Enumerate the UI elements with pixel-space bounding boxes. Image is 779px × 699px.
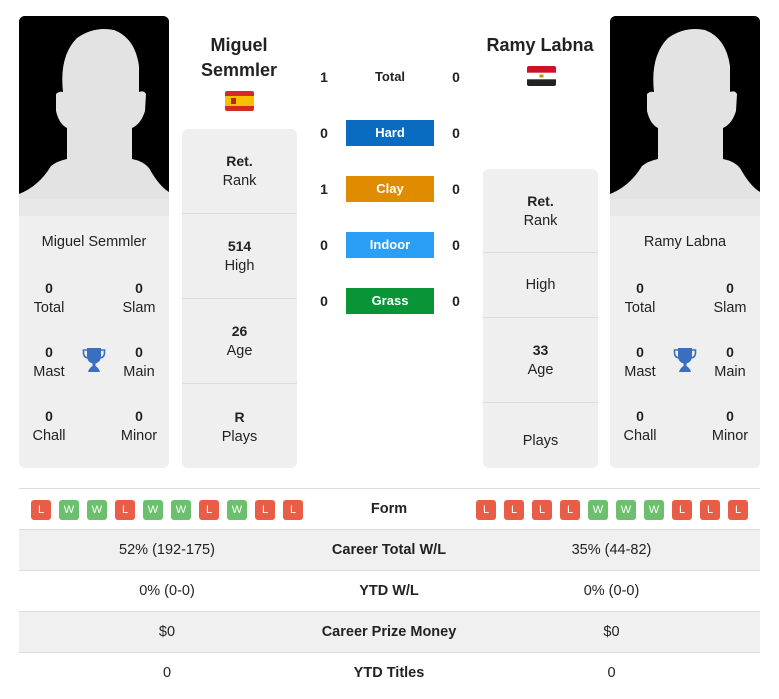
player1-slam-titles: 0 Slam — [122, 280, 156, 316]
form-badge-loss[interactable]: L — [532, 500, 552, 520]
surface-badge-hard: Hard — [346, 120, 434, 146]
h2h-row-hard: 0 Hard 0 — [305, 118, 475, 148]
player2-plays: Plays — [522, 432, 559, 449]
surface-badge-clay: Clay — [346, 176, 434, 202]
player1-name-link[interactable]: Miguel Semmler — [180, 33, 298, 83]
form-badge-loss[interactable]: L — [476, 500, 496, 520]
form-badge-loss[interactable]: L — [31, 500, 51, 520]
player2-titles-card: Ramy Labna 0 Total 0 Slam 0 Mast 0 Main … — [610, 216, 760, 468]
egypt-flag-icon — [527, 66, 556, 86]
player1-challenger-titles: 0 Chall — [32, 408, 66, 444]
form-badge-loss[interactable]: L — [504, 500, 524, 520]
surface-badge-grass: Grass — [346, 288, 434, 314]
player1-main-titles: 0 Main — [123, 344, 155, 380]
player1-photo — [19, 16, 169, 216]
player2-name-link[interactable]: Ramy Labna — [480, 33, 600, 58]
form-badge-win[interactable]: W — [59, 500, 79, 520]
player2-photo — [610, 16, 760, 216]
form-badge-win[interactable]: W — [616, 500, 636, 520]
form-badge-win[interactable]: W — [143, 500, 163, 520]
player1-stats-panel: Ret. Rank 514 High 26 Age R Plays — [182, 129, 297, 468]
h2h-row-indoor: 0 Indoor 0 — [305, 230, 475, 260]
h2h-label-total: Total — [374, 69, 406, 84]
player2-high-rank: High — [483, 253, 598, 318]
player1-form-badges: LWWLWWLWLL — [31, 500, 303, 520]
form-badge-loss[interactable]: L — [728, 500, 748, 520]
player2-rank: Ret. Rank — [483, 169, 598, 253]
player2-slam-titles: 0 Slam — [713, 280, 747, 316]
form-badge-loss[interactable]: L — [560, 500, 580, 520]
player2-stats-panel: Ret. Rank High 33 Age Plays — [483, 169, 598, 468]
form-badge-win[interactable]: W — [87, 500, 107, 520]
form-badge-loss[interactable]: L — [283, 500, 303, 520]
form-badge-win[interactable]: W — [588, 500, 608, 520]
h2h-row-grass: 0 Grass 0 — [305, 286, 475, 316]
player1-total-titles: 0 Total — [33, 280, 65, 316]
form-badge-win[interactable]: W — [227, 500, 247, 520]
form-badge-loss[interactable]: L — [700, 500, 720, 520]
player2-form-badges: LLLLWWWLLL — [476, 500, 748, 520]
table-row-prize-money: $0 Career Prize Money $0 — [19, 612, 760, 653]
form-badge-loss[interactable]: L — [199, 500, 219, 520]
form-label: Form — [370, 501, 408, 517]
silhouette-icon — [19, 16, 169, 216]
table-row-ytd-wl: 0% (0-0) YTD W/L 0% (0-0) — [139, 583, 640, 599]
table-row-career-wl: 52% (192-175) Career Total W/L 35% (44-8… — [19, 530, 760, 571]
player1-age: 26 Age — [182, 299, 297, 384]
form-badge-loss[interactable]: L — [115, 500, 135, 520]
player1-card-name: Miguel Semmler — [41, 234, 147, 250]
form-badge-loss[interactable]: L — [255, 500, 275, 520]
player2-card-name: Ramy Labna — [643, 234, 727, 250]
player1-plays: R Plays — [221, 408, 258, 445]
form-row: LWWLWWLWLL Form LLLLWWWLLL — [19, 489, 760, 530]
player1-masters-titles: 0 Mast — [33, 344, 65, 380]
player1-minor-titles: 0 Minor — [120, 408, 158, 444]
player2-age: 33 Age — [483, 318, 598, 403]
player2-masters-titles: 0 Mast — [624, 344, 656, 380]
spain-flag-icon — [225, 91, 254, 111]
player2-total-titles: 0 Total — [624, 280, 656, 316]
surface-badge-indoor: Indoor — [346, 232, 434, 258]
form-badge-win[interactable]: W — [171, 500, 191, 520]
h2h-row-clay: 1 Clay 0 — [305, 174, 475, 204]
player2-minor-titles: 0 Minor — [711, 408, 749, 444]
player2-challenger-titles: 0 Chall — [623, 408, 657, 444]
form-badge-loss[interactable]: L — [672, 500, 692, 520]
form-badge-win[interactable]: W — [644, 500, 664, 520]
h2h-row-total: 1 Total 0 — [305, 62, 475, 92]
silhouette-icon — [610, 16, 760, 216]
player1-rank: Ret. Rank — [182, 129, 297, 214]
trophy-icon — [82, 348, 106, 372]
player2-main-titles: 0 Main — [714, 344, 746, 380]
player1-titles-card: Miguel Semmler 0 Total 0 Slam 0 Mast 0 M… — [19, 216, 169, 468]
table-row-ytd-titles: 0 YTD Titles 0 — [162, 665, 616, 681]
trophy-icon — [673, 348, 697, 372]
player1-high-rank: 514 High — [182, 214, 297, 299]
